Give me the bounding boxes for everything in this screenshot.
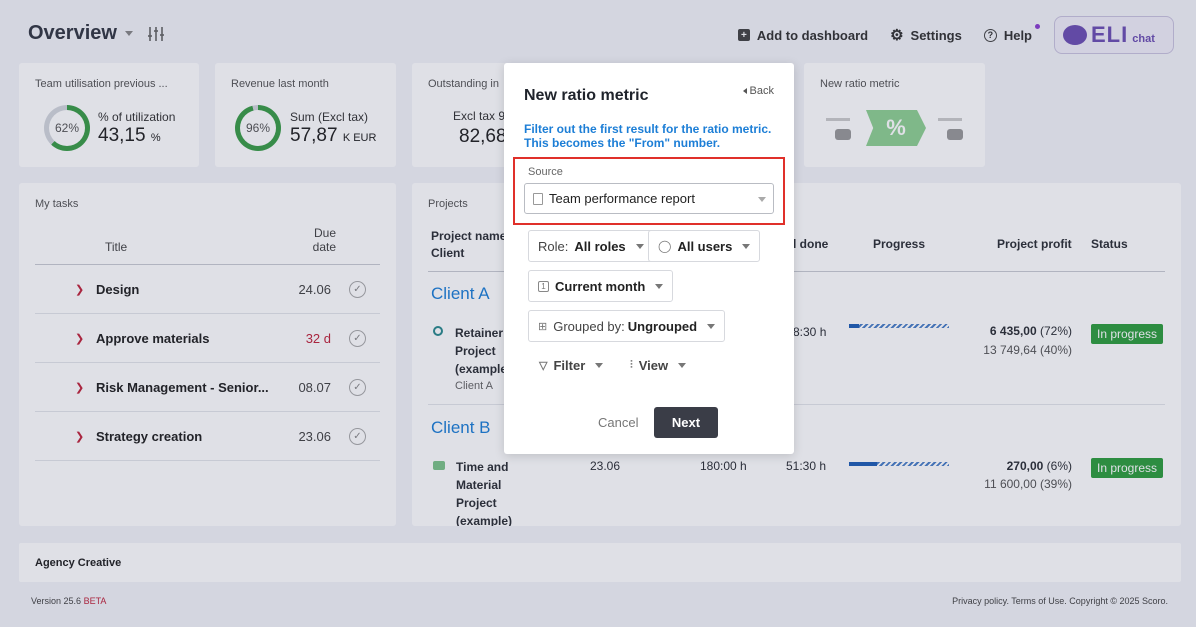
- report-document-icon: [533, 192, 543, 205]
- chevron-down-icon: [742, 243, 751, 249]
- users-filter-dropdown[interactable]: ◯ All users: [648, 230, 761, 262]
- period-dropdown[interactable]: 1 Current month: [528, 270, 674, 302]
- view-dropdown[interactable]: ⫶ View: [630, 358, 687, 373]
- user-icon: ◯: [658, 239, 672, 253]
- chevron-down-icon: [678, 363, 687, 368]
- back-arrow-icon: [742, 88, 747, 94]
- chevron-down-icon: [635, 243, 644, 249]
- cancel-button[interactable]: Cancel: [598, 415, 638, 430]
- sliders-icon: ⫶: [630, 359, 633, 371]
- filter-dropdown[interactable]: ▽ Filter: [539, 358, 604, 373]
- chevron-down-icon: [655, 283, 664, 289]
- chevron-down-icon: [707, 323, 716, 329]
- grouped-by-dropdown[interactable]: ⊞ Grouped by: Ungrouped: [528, 310, 726, 342]
- chevron-down-icon: [758, 197, 766, 202]
- source-select[interactable]: Team performance report: [524, 183, 774, 214]
- funnel-icon: ▽: [539, 360, 548, 372]
- role-filter-dropdown[interactable]: Role: All roles: [528, 230, 654, 262]
- next-button[interactable]: Next: [654, 407, 718, 438]
- chevron-down-icon: [595, 363, 604, 368]
- back-button[interactable]: Back: [742, 85, 774, 97]
- new-ratio-metric-dialog: New ratio metric Back Filter out the fir…: [504, 63, 794, 454]
- grid-icon: ⊞: [538, 320, 548, 333]
- calendar-icon: 1: [538, 280, 549, 292]
